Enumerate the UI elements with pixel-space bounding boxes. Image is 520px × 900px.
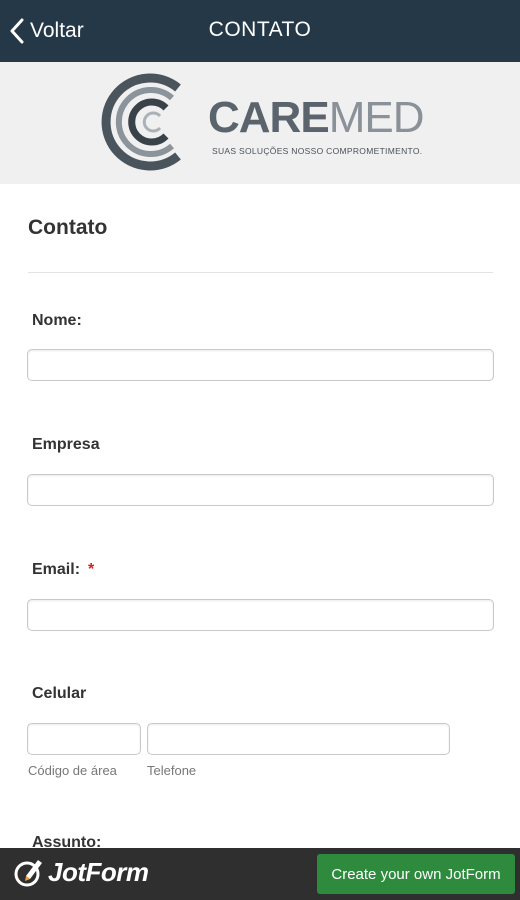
area-code-input[interactable] (27, 723, 141, 755)
email-label-row: Email: * (32, 561, 94, 579)
jotform-brand: JotForm (48, 856, 149, 887)
logo-banner: CAREMED SUAS SOLUÇÕES NOSSO COMPROMETIME… (0, 62, 520, 184)
page-title: CONTATO (208, 18, 312, 41)
logo-tagline: SUAS SOLUÇÕES NOSSO COMPROMETIMENTO. (212, 146, 423, 156)
empresa-label: Empresa (32, 436, 100, 453)
caremed-logo-icon (101, 73, 181, 171)
celular-label: Celular (32, 685, 87, 702)
area-code-sublabel: Código de área (28, 763, 117, 778)
required-mark: * (88, 561, 95, 578)
email-label: Email: (32, 561, 81, 578)
email-input[interactable] (27, 599, 494, 631)
divider (28, 272, 493, 273)
nome-label: Nome: (32, 312, 82, 329)
logo-wordmark: CAREMED (208, 93, 425, 142)
logo-word-med: MED (328, 93, 425, 142)
form-title: Contato (28, 216, 108, 239)
phone-sublabel: Telefone (147, 763, 197, 778)
phone-input[interactable] (147, 723, 450, 755)
jotform-pencil-icon (14, 860, 42, 887)
empresa-input[interactable] (27, 474, 494, 506)
jotform-footer: JotForm Create your own JotForm (0, 848, 520, 900)
nome-input[interactable] (27, 349, 494, 381)
jotform-logo[interactable]: JotForm (14, 856, 149, 888)
nav-bar: Voltar CONTATO (0, 0, 520, 62)
logo-word-care: CARE (208, 93, 330, 142)
create-jotform-button[interactable]: Create your own JotForm (317, 854, 515, 894)
